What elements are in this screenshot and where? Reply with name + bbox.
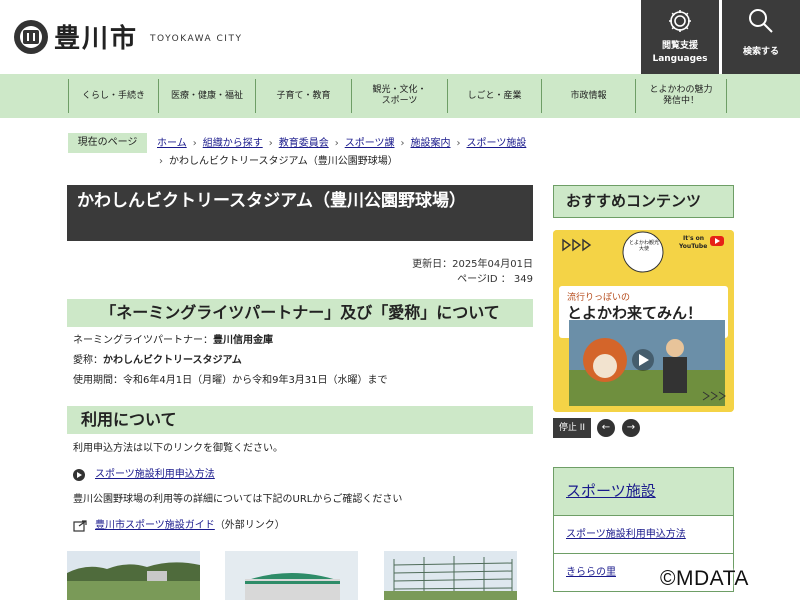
nav-item-tourism[interactable]: 観光・文化・スポーツ — [351, 79, 447, 113]
languages-button[interactable]: 閲覧支援 Languages — [641, 0, 719, 74]
sidebar-link-application-text[interactable]: スポーツ施設利用申込方法 — [566, 529, 686, 540]
watermark: ©MDATA — [660, 567, 749, 590]
external-link-icon — [73, 520, 87, 532]
site-subtitle: TOYOKAWA CITY — [150, 33, 243, 44]
carousel-prev-button[interactable]: ← — [597, 419, 615, 437]
updated-date: 更新日：2025年04月01日 — [412, 259, 533, 270]
gear-icon — [669, 10, 691, 32]
nav-item-city-info[interactable]: 市政情報 — [541, 79, 635, 113]
usage-detail: 豊川公園野球場の利用等の詳細については下記のURLからご確認ください — [73, 494, 403, 505]
nav-item-childcare[interactable]: 子育て・教育 — [255, 79, 351, 113]
carousel-next-button[interactable]: → — [622, 419, 640, 437]
arrow-right-icon — [73, 469, 85, 481]
period-line: 使用期間：令和6年4月1日（月曜）から令和9年3月31日（水曜）まで — [73, 375, 388, 386]
languages-label-en: Languages — [652, 54, 708, 64]
sports-facilities-heading[interactable]: スポーツ施設 — [553, 467, 734, 516]
nav-item-health[interactable]: 医療・健康・福祉 — [158, 79, 255, 113]
breadcrumb-organization[interactable]: 組織から探す — [203, 138, 263, 149]
site-name: 豊川市 — [54, 24, 139, 54]
stadium-photo-1 — [67, 551, 200, 600]
stadium-photo-2 — [225, 551, 358, 600]
breadcrumb-home[interactable]: ホーム — [157, 138, 187, 149]
page-meta: 更新日：2025年04月01日 ページID ： 349 — [380, 257, 533, 287]
carousel-stop-button[interactable]: 停止 II — [553, 418, 591, 438]
sports-facilities-heading-link[interactable]: スポーツ施設 — [566, 482, 656, 500]
banner-badge: とよかわ観光大使 — [628, 240, 659, 252]
promo-banner[interactable]: とよかわ観光大使 It's on YouTube 流行りっぽいの とよかわ来てみ… — [553, 230, 734, 412]
banner-youtube-small: It's on — [683, 235, 704, 242]
sidebar-link-kirara-text[interactable]: きららの里 — [566, 567, 616, 578]
site-logo[interactable]: 豊川市 TOYOKAWA CITY — [14, 18, 242, 55]
recommended-heading: おすすめコンテンツ — [553, 185, 734, 218]
stadium-photo-3 — [384, 551, 517, 600]
city-emblem-icon — [14, 19, 48, 54]
languages-label-jp: 閲覧支援 — [661, 41, 698, 51]
usage-heading: 利用について — [67, 406, 533, 434]
site-header: 豊川市 TOYOKAWA CITY 閲覧支援 Languages 検索する — [0, 0, 800, 74]
partner-line: ネーミングライツパートナー：豊川信用金庫 — [73, 335, 273, 346]
partner-value: 豊川信用金庫 — [213, 335, 273, 346]
nav-item-living[interactable]: くらし・手続き — [68, 79, 158, 113]
nav-item-attractions[interactable]: とよかわの魅力発信中！ — [635, 79, 727, 113]
search-icon — [749, 9, 773, 33]
facility-guide-link-row: 豊川市スポーツ施設ガイド （外部リンク） — [73, 519, 285, 533]
breadcrumb: ホーム › 組織から探す › 教育委員会 › スポーツ課 › 施設案内 › スポーツ施設 › かわしん… — [157, 138, 527, 167]
banner-title: とよかわ来てみん！ — [567, 304, 703, 322]
facility-guide-link[interactable]: 豊川市スポーツ施設ガイド — [95, 519, 215, 533]
page-id: ページID ： 349 — [457, 274, 533, 285]
breadcrumb-facility-guide[interactable]: 施設案内 — [411, 138, 451, 149]
external-link-note: （外部リンク） — [214, 520, 285, 531]
nav-item-work[interactable]: しごと・産業 — [447, 79, 541, 113]
search-label: 検索する — [742, 47, 779, 57]
breadcrumb-sports-facilities[interactable]: スポーツ施設 — [467, 138, 527, 149]
breadcrumb-sports-division[interactable]: スポーツ課 — [345, 138, 395, 149]
application-method-link[interactable]: スポーツ施設利用申込方法 — [95, 468, 215, 482]
search-button[interactable]: 検索する — [722, 0, 800, 74]
nickname-line: 愛称：かわしんビクトリースタジアム — [73, 355, 242, 366]
banner-youtube: YouTube — [679, 243, 708, 250]
naming-rights-heading: 「ネーミングライツパートナー」及び「愛称」について — [67, 299, 533, 327]
nickname-value: かわしんビクトリースタジアム — [103, 355, 242, 366]
global-nav: くらし・手続き 医療・健康・福祉 子育て・教育 観光・文化・スポーツ しごと・産… — [0, 74, 800, 118]
sidebar-link-application[interactable]: スポーツ施設利用申込方法 — [553, 516, 734, 554]
breadcrumb-board-of-education[interactable]: 教育委員会 — [279, 138, 329, 149]
application-link-row: スポーツ施設利用申込方法 — [73, 468, 215, 482]
usage-intro: 利用申込方法は以下のリンクを御覧ください。 — [73, 443, 283, 454]
page-title: かわしんビクトリースタジアム（豊川公園野球場） — [67, 185, 533, 241]
breadcrumb-current: かわしんビクトリースタジアム（豊川公園野球場） — [169, 156, 398, 167]
breadcrumb-label: 現在のページ — [68, 133, 147, 153]
